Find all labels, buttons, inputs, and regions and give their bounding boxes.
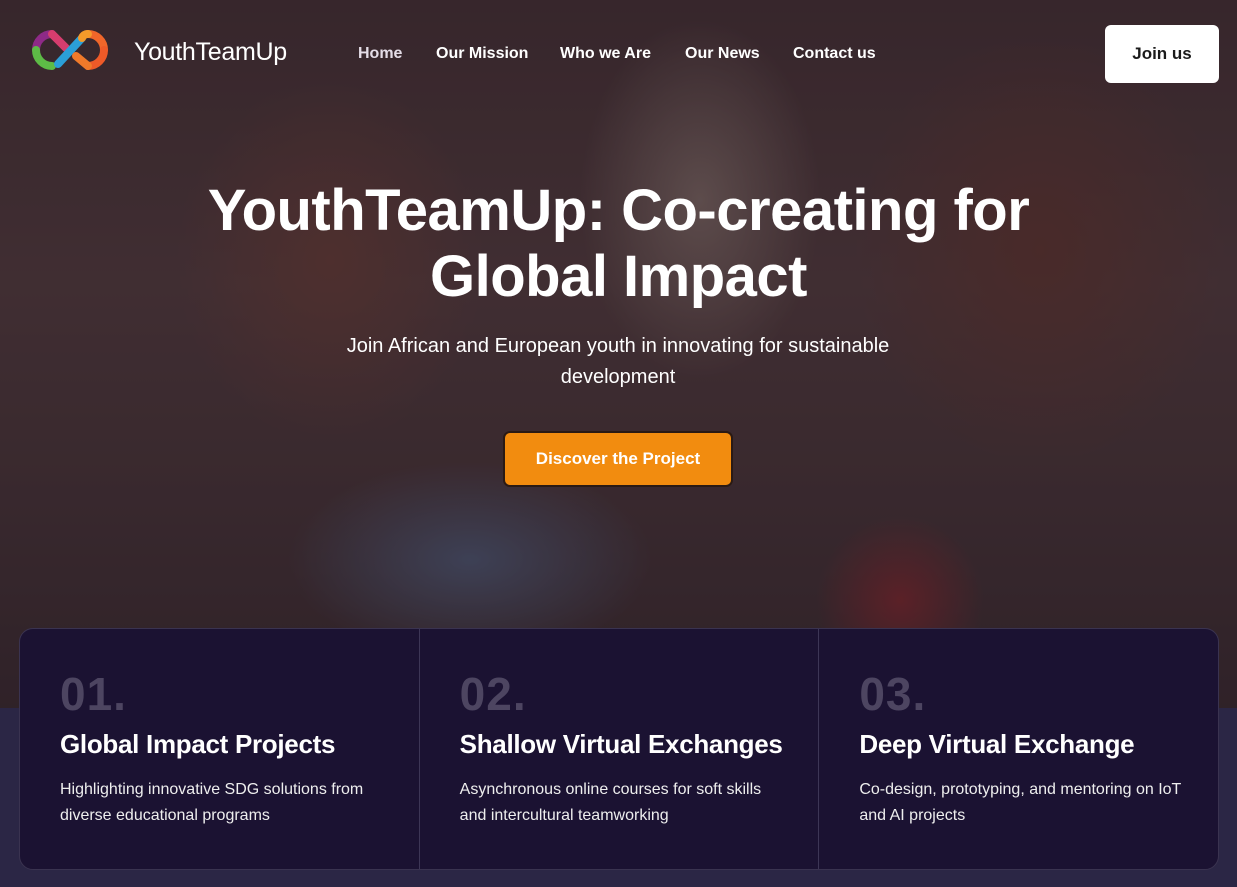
- hero-title-line-2: Global Impact: [429, 244, 808, 309]
- feature-card-global-impact: 01. Global Impact Projects Highlighting …: [20, 629, 419, 869]
- feature-card-shallow-exchanges: 02. Shallow Virtual Exchanges Asynchrono…: [418, 629, 819, 869]
- hero-subtitle-line-1: Join African and European youth in innov…: [346, 335, 890, 357]
- nav-item-our-mission[interactable]: Our Mission: [436, 45, 528, 63]
- feature-title[interactable]: Global Impact Projects: [60, 729, 335, 760]
- discover-project-button[interactable]: Discover the Project: [503, 431, 733, 487]
- infinity-loop-logo-icon[interactable]: [22, 26, 118, 74]
- features-panel: 01. Global Impact Projects Highlighting …: [19, 628, 1219, 870]
- hero-title-line-1: YouthTeamUp: Co-creating for: [207, 178, 1030, 243]
- feature-description: Asynchronous online courses for soft ski…: [459, 781, 762, 824]
- feature-number: 01.: [60, 668, 127, 720]
- hero-subtitle-line-2: development: [560, 366, 676, 388]
- hero-title: YouthTeamUp: Co-creating for Global Impa…: [120, 178, 1117, 310]
- join-us-button[interactable]: Join us: [1105, 25, 1219, 83]
- feature-title[interactable]: Shallow Virtual Exchanges: [460, 729, 783, 760]
- nav-item-who-we-are[interactable]: Who we Are: [560, 45, 651, 63]
- brand-name[interactable]: YouthTeamUp: [134, 38, 287, 67]
- nav-item-home[interactable]: Home: [358, 45, 402, 63]
- feature-number: 02.: [459, 668, 527, 720]
- feature-description: Highlighting innovative SDG solutions fr…: [60, 781, 364, 824]
- feature-title[interactable]: Deep Virtual Exchange: [859, 729, 1134, 760]
- feature-description: Co-design, prototyping, and mentoring on…: [859, 781, 1182, 824]
- hero-subtitle: Join African and European youth in innov…: [318, 331, 918, 393]
- nav-item-our-news[interactable]: Our News: [685, 45, 760, 63]
- feature-number: 03.: [859, 668, 927, 720]
- feature-card-deep-exchange: 03. Deep Virtual Exchange Co-design, pro…: [818, 629, 1218, 869]
- nav-item-contact-us[interactable]: Contact us: [793, 45, 876, 63]
